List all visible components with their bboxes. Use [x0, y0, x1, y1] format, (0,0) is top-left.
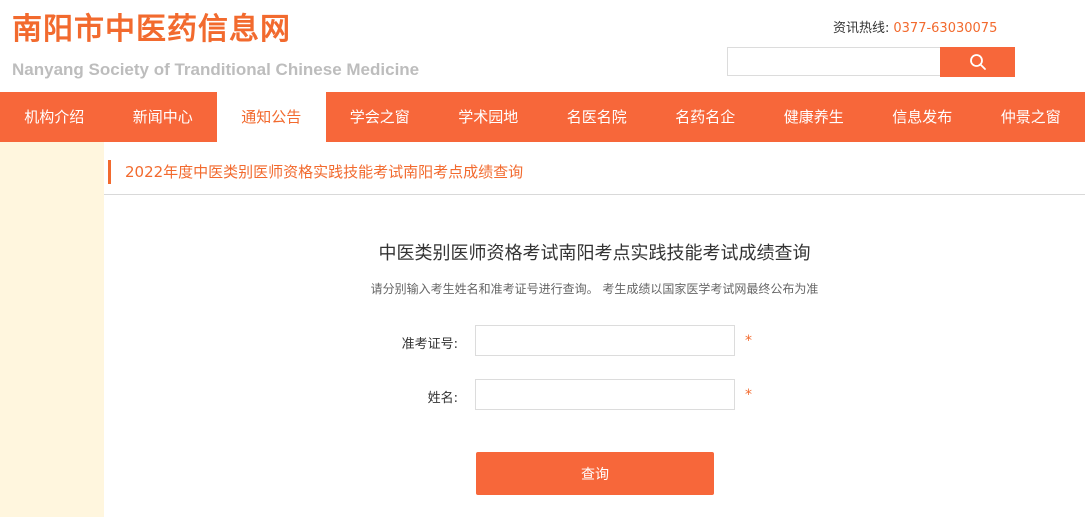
nav-item-notices[interactable]: 通知公告 — [217, 92, 326, 142]
search-button[interactable] — [940, 47, 1015, 77]
site-title[interactable]: 南阳市中医药信息网 — [12, 4, 291, 48]
page-heading: 2022年度中医类别医师资格实践技能考试南阳考点成绩查询 — [108, 160, 523, 184]
search-input[interactable] — [727, 47, 940, 76]
required-mark: * — [745, 333, 752, 349]
hotline-label: 资讯热线: — [833, 21, 890, 36]
nav-item-health[interactable]: 健康养生 — [760, 92, 869, 142]
nav-item-medicines[interactable]: 名药名企 — [651, 92, 760, 142]
nav-item-news[interactable]: 新闻中心 — [109, 92, 218, 142]
nav-item-zhongjing[interactable]: 仲景之窗 — [977, 92, 1085, 142]
nav-item-society[interactable]: 学会之窗 — [326, 92, 435, 142]
nav-item-about[interactable]: 机构介绍 — [0, 92, 109, 142]
hotline: 资讯热线: 0377-63030075 — [833, 17, 997, 36]
main-nav: 机构介绍 新闻中心 通知公告 学会之窗 学术园地 名医名院 名药名企 健康养生 … — [0, 92, 1085, 142]
required-mark: * — [745, 387, 752, 403]
site-header: 南阳市中医药信息网 Nanyang Society of Tranditiona… — [0, 0, 1085, 92]
hotline-number: 0377-63030075 — [893, 21, 998, 36]
name-label: 姓名: — [427, 391, 458, 406]
exam-number-label: 准考证号: — [401, 337, 458, 352]
divider — [104, 194, 1085, 195]
sidebar — [0, 142, 104, 517]
name-input[interactable] — [475, 379, 735, 410]
form-hint: 请分别输入考生姓名和准考证号进行查询。 考生成绩以国家医学考试网最终公布为准 — [370, 282, 819, 296]
exam-number-input[interactable] — [475, 325, 735, 356]
form-title: 中医类别医师资格考试南阳考点实践技能考试成绩查询 — [378, 243, 811, 264]
nav-item-publish[interactable]: 信息发布 — [868, 92, 977, 142]
query-button[interactable]: 查询 — [476, 452, 714, 495]
site-subtitle: Nanyang Society of Tranditional Chinese … — [12, 60, 420, 79]
nav-item-academic[interactable]: 学术园地 — [434, 92, 543, 142]
page: 南阳市中医药信息网 Nanyang Society of Tranditiona… — [0, 0, 1085, 517]
search-icon — [969, 53, 987, 71]
nav-item-doctors[interactable]: 名医名院 — [543, 92, 652, 142]
